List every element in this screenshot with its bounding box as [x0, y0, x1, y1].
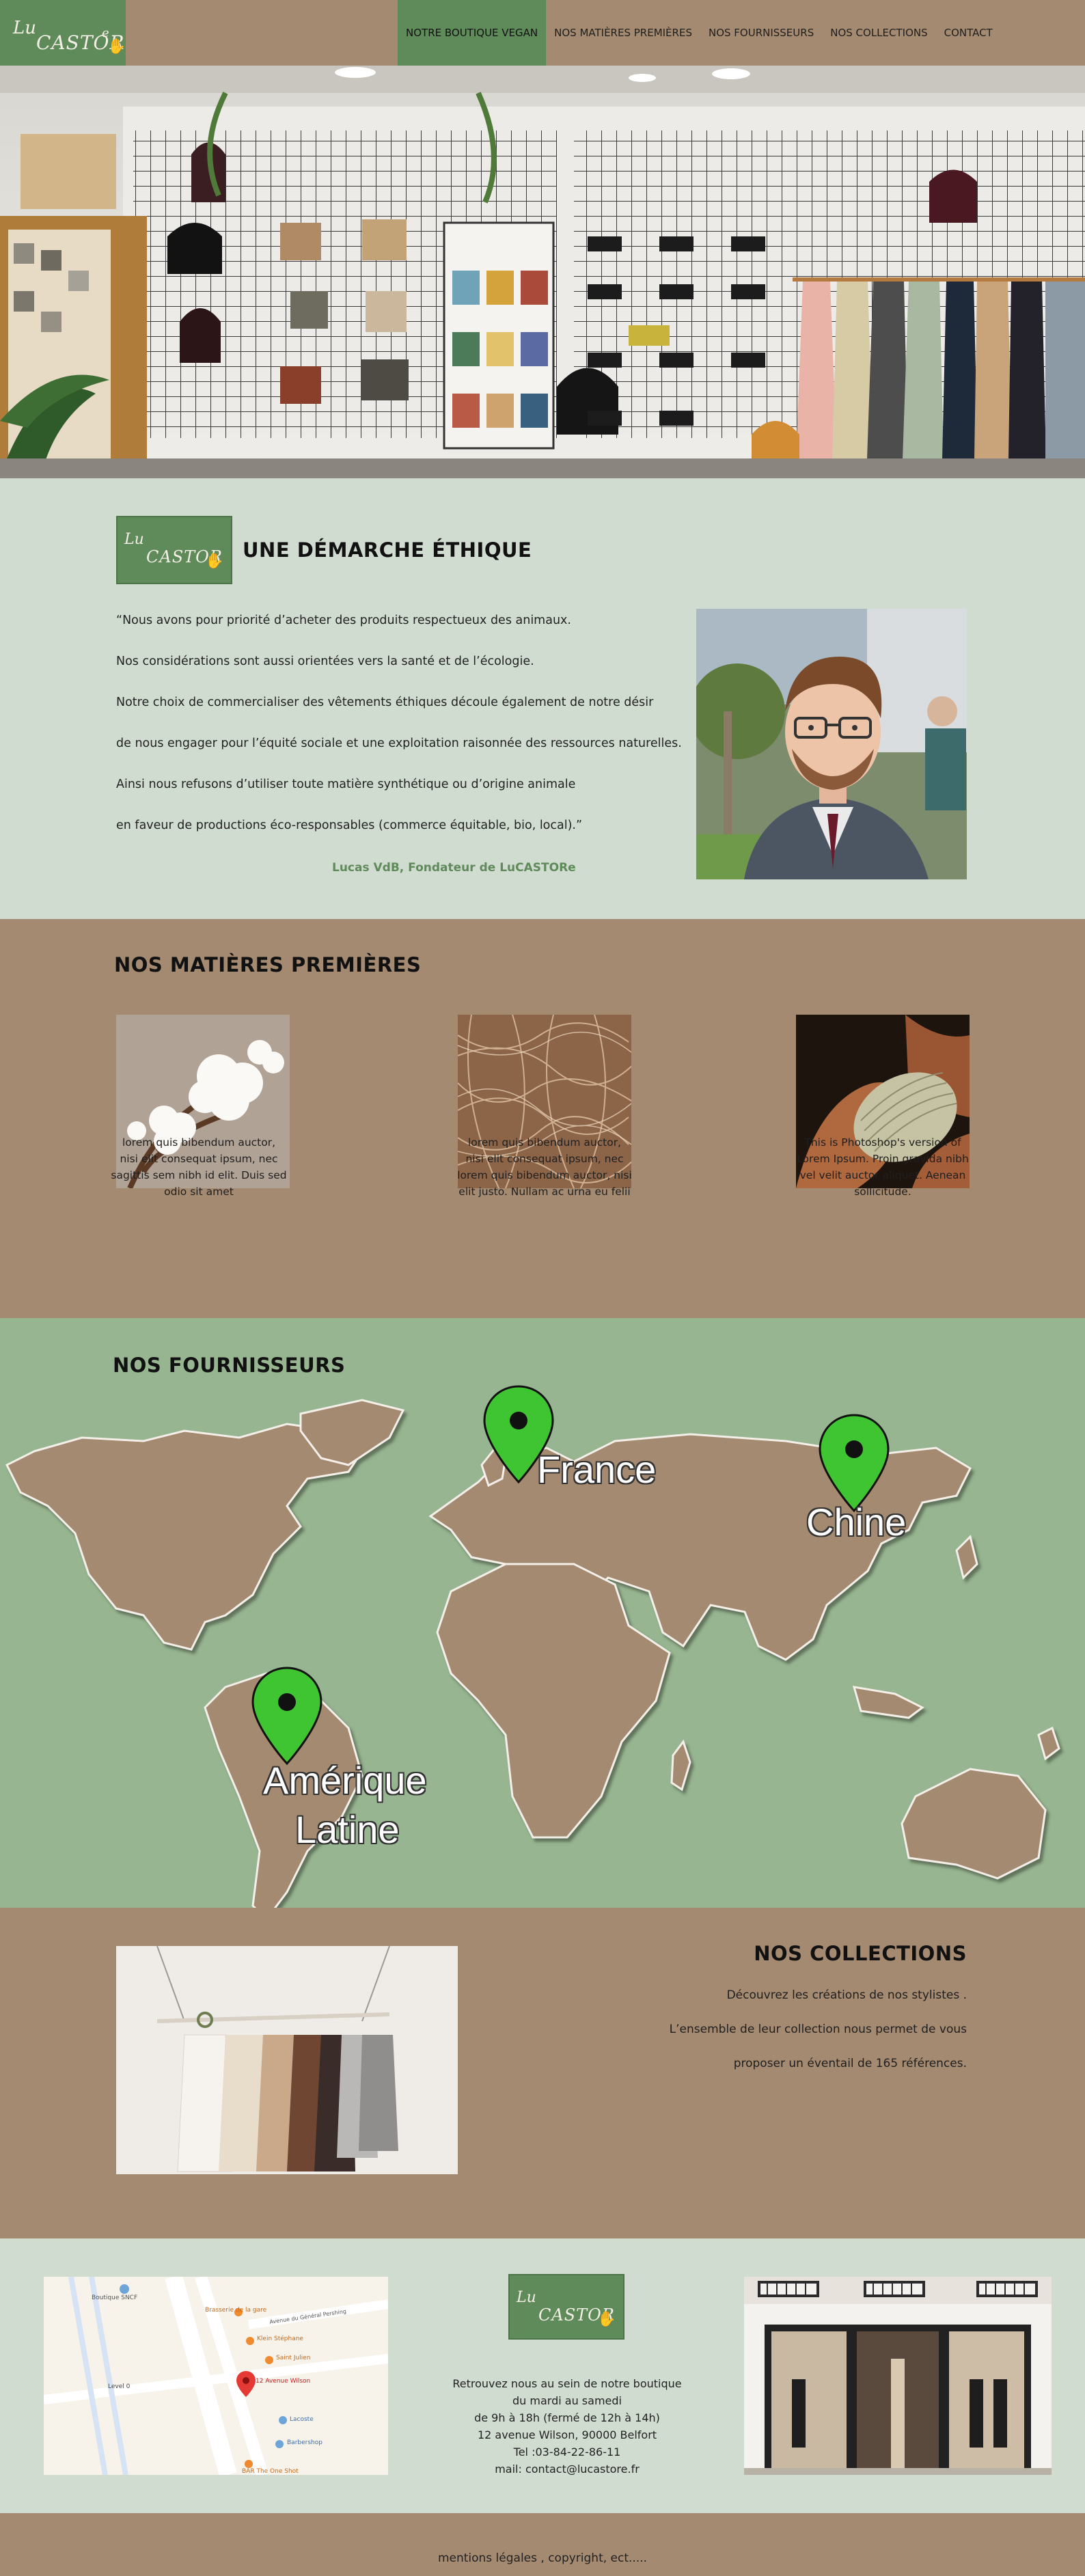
quote-line: Ainsi nous refusons d’utiliser toute mat…: [116, 778, 576, 791]
quote-signature: Lucas VdB, Fondateur de LuCASTORe: [332, 861, 576, 875]
address-line: de 9h à 18h (fermé de 12h à 14h): [474, 2411, 660, 2424]
paw-icon: ✋: [597, 2311, 616, 2328]
world-map: [5, 1385, 1060, 1908]
materials-section: NOS MATIÈRES PREMIÈRES lorem quis bibend…: [0, 919, 1085, 1318]
map-label: BAR The One Shot: [242, 2468, 299, 2475]
material-text-line: sollicitude.: [854, 1186, 911, 1198]
site-footer: mentions légales , copyright, ect.....: [0, 2513, 1085, 2576]
site-header: Lu CASTOR e ✋ NOTRE BOUTIQUE VEGAN NOS M…: [0, 0, 1085, 66]
paw-icon: ✋: [205, 553, 224, 570]
material-text-line: nisi elit consequat ipsum, nec: [465, 1153, 624, 1165]
storefront-image: [744, 2277, 1052, 2475]
logo-lu-text: Lu: [517, 2289, 536, 2306]
material-text-line: Lorem Ipsum. Proin gravida nibh: [797, 1153, 969, 1165]
logo-lu-text: Lu: [124, 531, 144, 548]
paw-icon: ✋: [107, 38, 126, 55]
ethics-title: UNE DÉMARCHE ÉTHIQUE: [243, 538, 532, 562]
hero-store-photo: [0, 66, 1085, 478]
founder-portrait-illustration: [696, 609, 967, 879]
ethics-section: Lu CASTOR ✋ UNE DÉMARCHE ÉTHIQUE “Nous a…: [0, 478, 1085, 919]
storefront-illustration: [744, 2277, 1052, 2475]
quote-line: de nous engager pour l’équité sociale et…: [116, 737, 682, 750]
store-interior-illustration: [0, 66, 1085, 478]
nav-item-fournisseurs[interactable]: NOS FOURNISSEURS: [700, 0, 822, 66]
materials-title: NOS MATIÈRES PREMIÈRES: [114, 953, 422, 976]
quote-line: en faveur de productions éco-responsable…: [116, 819, 583, 832]
brand-logo[interactable]: Lu CASTOR e ✋: [0, 0, 126, 66]
quote-line: Notre choix de commercialiser des vêteme…: [116, 696, 654, 709]
footer-legal-text[interactable]: mentions légales , copyright, ect.....: [0, 2551, 1085, 2565]
material-text-line: vel velit auctor aliquet. Aenean: [799, 1169, 966, 1181]
nav-item-boutique[interactable]: NOTRE BOUTIQUE VEGAN: [398, 0, 547, 66]
material-text-line: lorem quis bibendum auctor,: [122, 1136, 276, 1149]
material-text-line: This is Photoshop's version of: [804, 1136, 961, 1149]
suppliers-section: NOS FOURNISSEURS France Chine Amérique L…: [0, 1318, 1085, 1908]
continent-se-asia: [852, 1686, 924, 1719]
material-description: lorem quis bibendum auctor, nisi elit co…: [452, 1134, 637, 1200]
map-label: Lacoste: [290, 2416, 314, 2423]
nav-item-contact[interactable]: CONTACT: [936, 0, 1001, 66]
material-text-line: sagittis sem nibh id elit. Duis sed: [111, 1169, 287, 1181]
material-description: This is Photoshop's version of Lorem Ips…: [791, 1134, 975, 1200]
quote-line: Nos considérations sont aussi orientées …: [116, 655, 534, 668]
map-label: Saint Julien: [276, 2355, 311, 2361]
nav-item-collections[interactable]: NOS COLLECTIONS: [822, 0, 935, 66]
material-text-line: nisi elit consequat ipsum, nec: [120, 1153, 278, 1165]
continent-new-zealand: [1037, 1726, 1060, 1761]
address-line: du mardi au samedi: [512, 2394, 622, 2407]
pin-label-latin-america-line1: Amérique: [263, 1759, 427, 1802]
collections-text-line: Découvrez les créations de nos stylistes…: [726, 1988, 967, 2002]
collections-text-line: proposer un éventail de 165 références.: [733, 2057, 967, 2070]
address-line: 12 avenue Wilson, 90000 Belfort: [477, 2428, 657, 2441]
pin-label-france: France: [537, 1448, 657, 1491]
material-text-line: lorem quis bibendum auctor,: [467, 1136, 622, 1149]
continent-japan: [955, 1535, 978, 1580]
map-label: Barbershop: [287, 2439, 322, 2446]
map-label: Boutique SNCF: [92, 2294, 138, 2301]
clothing-rack-image: [116, 1946, 458, 2174]
collections-text-line: L’ensemble de leur collection nous perme…: [669, 2023, 967, 2036]
pin-label-china: Chine: [806, 1501, 907, 1544]
address-line: Retrouvez nous au sein de notre boutique: [452, 2377, 682, 2390]
email-line[interactable]: mail: contact@lucastore.fr: [437, 2461, 697, 2478]
continent-australia: [901, 1768, 1047, 1880]
clothing-rack-illustration: [116, 1946, 458, 2174]
main-nav: NOTRE BOUTIQUE VEGAN NOS MATIÈRES PREMIÈ…: [398, 0, 1001, 66]
ethics-logo: Lu CASTOR ✋: [116, 516, 232, 584]
store-location-map[interactable]: Boutique SNCF Brasserie de la gare Avenu…: [44, 2277, 388, 2475]
continent-madagascar: [670, 1739, 691, 1792]
map-label: Klein Stéphane: [257, 2335, 303, 2342]
map-label: Brasserie de la gare: [205, 2307, 267, 2314]
founder-portrait: [696, 609, 967, 879]
logo-lu-text: Lu: [13, 18, 37, 38]
material-text-line: lorem quis bibendum auctor, nisi: [457, 1169, 632, 1181]
pin-label-latin-america-line2: Latine: [295, 1808, 400, 1851]
map-label: 12 Avenue Wilson: [256, 2378, 311, 2385]
logo-wordmark: Lu CASTOR e ✋: [5, 5, 126, 60]
collections-section: NOS COLLECTIONS Découvrez les créations …: [0, 1908, 1085, 2238]
map-label: Level 0: [108, 2383, 131, 2390]
contact-section: Boutique SNCF Brasserie de la gare Avenu…: [0, 2238, 1085, 2513]
collections-title: NOS COLLECTIONS: [754, 1942, 967, 1965]
quote-line: “Nous avons pour priorité d’acheter des …: [116, 614, 571, 627]
continent-north-america: [5, 1423, 364, 1651]
material-text-line: odio sit amet: [164, 1186, 234, 1198]
material-text-line: elit justo. Nullam ac urna eu felii: [458, 1186, 631, 1198]
continent-africa: [436, 1563, 671, 1839]
contact-logo: Lu CASTOR ✋: [508, 2274, 624, 2340]
material-description: lorem quis bibendum auctor, nisi elit co…: [107, 1134, 291, 1200]
store-address: Retrouvez nous au sein de notre boutique…: [437, 2375, 697, 2478]
phone-line[interactable]: Tel :03-84-22-86-11: [437, 2443, 697, 2461]
nav-item-matieres[interactable]: NOS MATIÈRES PREMIÈRES: [546, 0, 700, 66]
